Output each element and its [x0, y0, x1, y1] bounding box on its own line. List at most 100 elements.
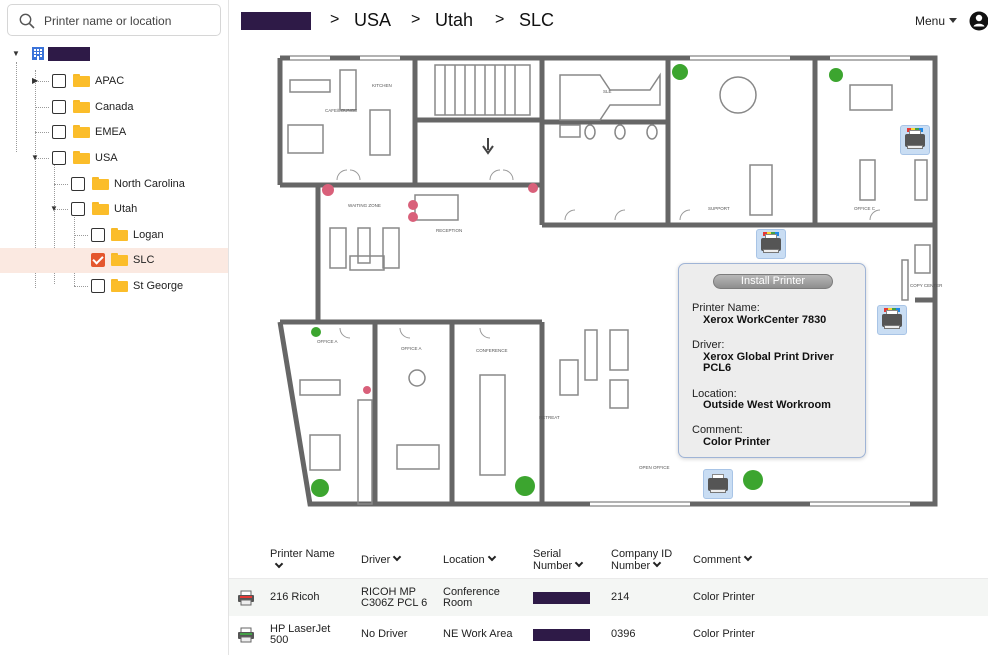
- column-header-label: Comment: [693, 554, 741, 566]
- printer-name-value: Xerox WorkCenter 7830: [703, 314, 827, 326]
- install-printer-button[interactable]: Install Printer: [713, 274, 833, 289]
- tree-item-utah[interactable]: ▼ Utah: [0, 197, 228, 222]
- sort-chevron-icon[interactable]: [393, 552, 402, 562]
- column-header-comment[interactable]: Comment: [693, 552, 752, 566]
- room-label-open-office: OPEN OFFICE: [639, 465, 670, 470]
- comment-label: Comment:: [692, 424, 743, 436]
- tree-item-apac[interactable]: ▶ APAC: [0, 69, 228, 94]
- search-box[interactable]: [7, 4, 221, 36]
- tree-root[interactable]: ▼: [0, 42, 228, 67]
- tree-item-emea[interactable]: EMEA: [0, 120, 228, 145]
- driver-cell: No Driver: [361, 628, 408, 640]
- expand-icon[interactable]: ▶: [32, 77, 40, 85]
- sort-chevron-icon[interactable]: [487, 552, 496, 562]
- column-header-serial[interactable]: Serial Number: [533, 548, 595, 572]
- room-label-copy: COPY CENTER: [910, 283, 943, 288]
- room-label-cafe: CAFE/LOUNGE: [325, 108, 357, 113]
- folder-icon: [73, 125, 90, 138]
- company-id-cell: 0396: [611, 628, 636, 640]
- tree-item-label: Utah: [114, 203, 138, 215]
- room-label-reception: RECEPTION: [436, 228, 462, 233]
- sort-chevron-icon[interactable]: [743, 552, 752, 562]
- tree-item-usa[interactable]: ▼ USA: [0, 146, 228, 171]
- folder-icon: [92, 202, 109, 215]
- tree-checkbox[interactable]: [52, 74, 66, 88]
- tree-item-label: Canada: [95, 101, 134, 113]
- tree-checkbox[interactable]: [71, 202, 85, 216]
- folder-icon: [73, 74, 90, 87]
- table-row[interactable]: HP LaserJet 500 No Driver NE Work Area 0…: [229, 616, 988, 653]
- sort-chevron-icon[interactable]: [652, 558, 662, 568]
- printer-icon: [238, 627, 254, 643]
- printer-name-cell: 216 Ricoh: [270, 591, 320, 603]
- column-header-label: Company ID Number: [611, 548, 673, 572]
- column-header-driver[interactable]: Driver: [361, 552, 402, 566]
- breadcrumb-item-usa[interactable]: USA: [354, 10, 391, 31]
- collapse-icon[interactable]: ▼: [31, 154, 39, 162]
- location-value: Outside West Workroom: [703, 399, 831, 411]
- tree-item-north-carolina[interactable]: North Carolina: [0, 172, 228, 197]
- column-header-label: Location: [443, 554, 485, 566]
- sidebar: ▼ ▶ APAC Canada: [0, 0, 229, 655]
- tree-checkbox[interactable]: [91, 228, 105, 242]
- driver-label: Driver:: [692, 339, 725, 351]
- printer-table: Printer Name Driver Location Serial Numb…: [229, 540, 988, 655]
- column-header-printer-name[interactable]: Printer Name: [270, 548, 350, 569]
- tree-item-st-george[interactable]: St George: [0, 274, 228, 299]
- search-input[interactable]: [44, 12, 214, 30]
- comment-cell: Color Printer: [693, 591, 755, 603]
- search-icon: [19, 13, 35, 29]
- room-label-office-b: OFFICE A: [401, 346, 422, 351]
- user-account-icon[interactable]: [969, 9, 988, 33]
- breadcrumb-root-redacted[interactable]: [241, 12, 311, 30]
- room-label-kitchen: KITCHEN: [372, 83, 392, 88]
- folder-icon: [111, 253, 128, 266]
- table-row[interactable]: 216 Ricoh RICOH MP C306Z PCL 6 Conferenc…: [229, 579, 988, 616]
- printer-marker-icon-selected[interactable]: [756, 229, 786, 259]
- column-header-company-id[interactable]: Company ID Number: [611, 548, 681, 572]
- printer-marker-icon[interactable]: [877, 305, 907, 335]
- serial-cell-redacted: [533, 629, 590, 641]
- printer-marker-icon[interactable]: [703, 469, 733, 499]
- comment-value: Color Printer: [703, 436, 771, 448]
- room-label-office-a: OFFICE A: [317, 339, 338, 344]
- tree-checkbox[interactable]: [71, 177, 85, 191]
- room-label-conference: CONFERENCE: [476, 348, 508, 353]
- folder-icon: [73, 100, 90, 113]
- tree-item-canada[interactable]: Canada: [0, 95, 228, 120]
- collapse-icon[interactable]: ▼: [12, 50, 20, 58]
- breadcrumb-separator: >: [330, 11, 340, 28]
- menu-button[interactable]: Menu: [915, 14, 945, 28]
- breadcrumb-item-utah[interactable]: Utah: [435, 10, 473, 31]
- folder-icon: [92, 177, 109, 190]
- sort-chevron-icon[interactable]: [274, 559, 284, 569]
- location-cell: Conference Room: [443, 586, 500, 609]
- folder-icon: [73, 151, 90, 164]
- printer-marker-icon[interactable]: [900, 125, 930, 155]
- tree-checkbox[interactable]: [91, 279, 105, 293]
- folder-icon: [111, 279, 128, 292]
- tree-item-slc[interactable]: SLC: [0, 248, 228, 273]
- tree-item-label: APAC: [95, 75, 125, 87]
- tree-item-label: USA: [95, 152, 118, 164]
- breadcrumb-separator: >: [411, 11, 421, 28]
- collapse-icon[interactable]: ▼: [50, 205, 58, 213]
- column-header-label: Driver: [361, 554, 391, 566]
- breadcrumb-item-slc[interactable]: SLC: [519, 10, 554, 31]
- tree-checkbox[interactable]: [52, 125, 66, 139]
- printer-name-label: Printer Name:: [692, 302, 760, 314]
- tree-item-logan[interactable]: Logan: [0, 223, 228, 248]
- column-header-location[interactable]: Location: [443, 552, 496, 566]
- tree-item-label: Logan: [133, 229, 164, 241]
- caret-down-icon[interactable]: [949, 18, 957, 23]
- tree-checkbox[interactable]: [52, 151, 66, 165]
- sort-chevron-icon[interactable]: [574, 558, 584, 568]
- folder-icon: [111, 228, 128, 241]
- printer-info-popup: Install Printer Printer Name: Xerox Work…: [678, 263, 866, 458]
- tree-checkbox-checked[interactable]: [91, 253, 105, 267]
- room-label-retreat: RETREAT: [539, 415, 560, 420]
- column-header-label: Printer Name: [270, 548, 335, 560]
- printer-app: ▼ ▶ APAC Canada: [0, 0, 988, 655]
- tree-checkbox[interactable]: [52, 100, 66, 114]
- tree-item-label: St George: [133, 280, 184, 292]
